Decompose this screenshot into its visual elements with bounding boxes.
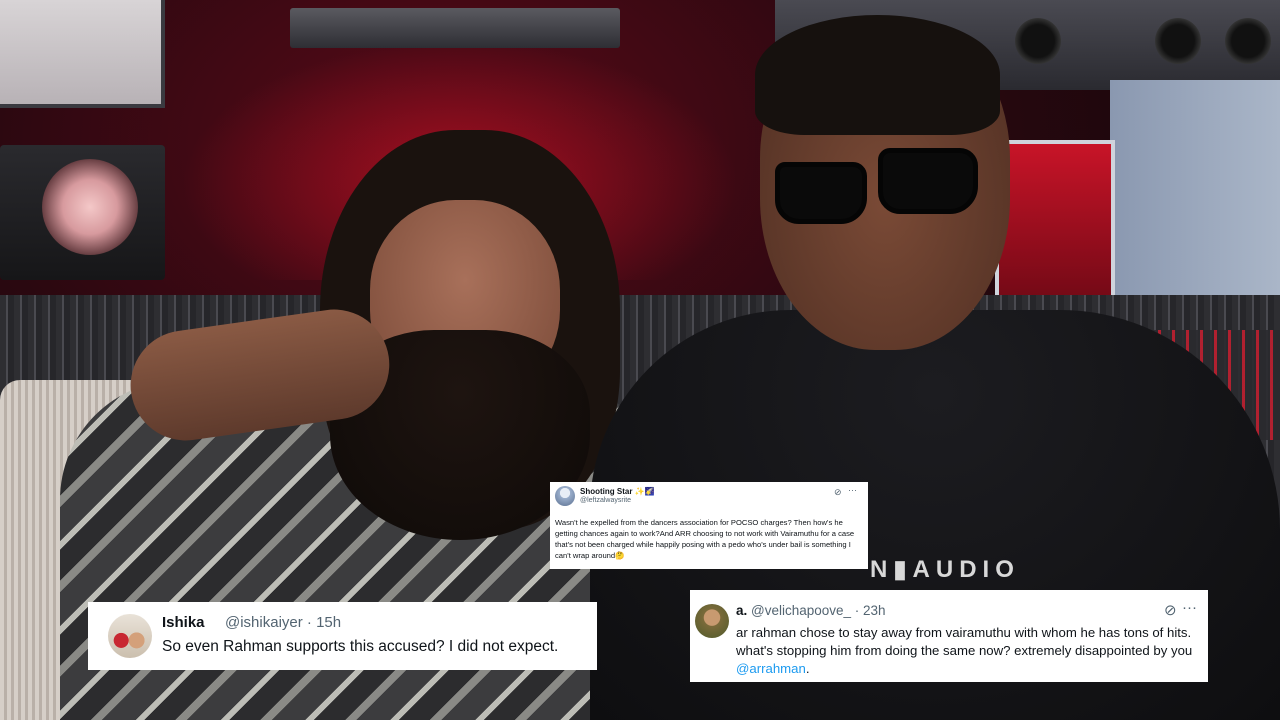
sunglasses-right-lens	[878, 148, 978, 214]
wall-speaker	[1225, 18, 1271, 64]
wall-speaker	[1155, 18, 1201, 64]
tweet-handle: @ishikaiyer · 15h	[225, 614, 342, 631]
tweet-text: ar rahman chose to stay away from vairam…	[736, 624, 1204, 678]
right-person-hair	[755, 15, 1000, 135]
tweet-handle: @leftzalwaysrite	[580, 497, 632, 504]
name-emoji: ✨🌠	[634, 487, 655, 496]
tweet-author-name: a.	[736, 603, 748, 618]
tweet-card-ishika: Ishika @ishikaiyer · 15h So even Rahman …	[88, 602, 597, 670]
grok-icon[interactable]: ⊘	[1164, 601, 1177, 619]
right-wall	[1110, 80, 1280, 330]
sunglasses-left-lens	[775, 162, 867, 224]
speaker-cone	[42, 159, 138, 255]
avatar	[695, 604, 729, 638]
ceiling-equipment	[290, 8, 620, 48]
tweet-author-name: Shooting Star	[580, 487, 633, 496]
studio-monitor-speaker	[0, 145, 165, 280]
tweet-author-name: Ishika	[162, 614, 205, 631]
tweet-text-main: ar rahman chose to stay away from vairam…	[736, 625, 1193, 658]
more-icon[interactable]: ···	[848, 485, 857, 495]
ceiling-panel	[0, 0, 165, 108]
more-icon[interactable]: ···	[1182, 599, 1197, 616]
tshirt-print: N▮AUDIO	[870, 556, 1020, 583]
tweet-card-a: a. @velichapoove_ · 23h ⊘ ··· ar rahman …	[690, 590, 1208, 682]
grok-icon[interactable]: ⊘	[834, 487, 842, 498]
red-window	[995, 140, 1115, 320]
wall-speaker	[1015, 18, 1061, 64]
mention-link[interactable]: @arrahman	[736, 661, 806, 676]
tweet-text-end: .	[805, 661, 810, 676]
avatar	[108, 614, 152, 658]
tweet-card-shooting-star: Shooting Star ✨🌠 @leftzalwaysrite ⊘ ··· …	[550, 482, 868, 569]
tweet-text: So even Rahman supports this accused? I …	[162, 638, 559, 655]
tweet-handle: @velichapoove_ · 23h	[751, 603, 886, 618]
tweet-text: Wasn't he expelled from the dancers asso…	[555, 518, 855, 560]
avatar	[555, 486, 575, 506]
